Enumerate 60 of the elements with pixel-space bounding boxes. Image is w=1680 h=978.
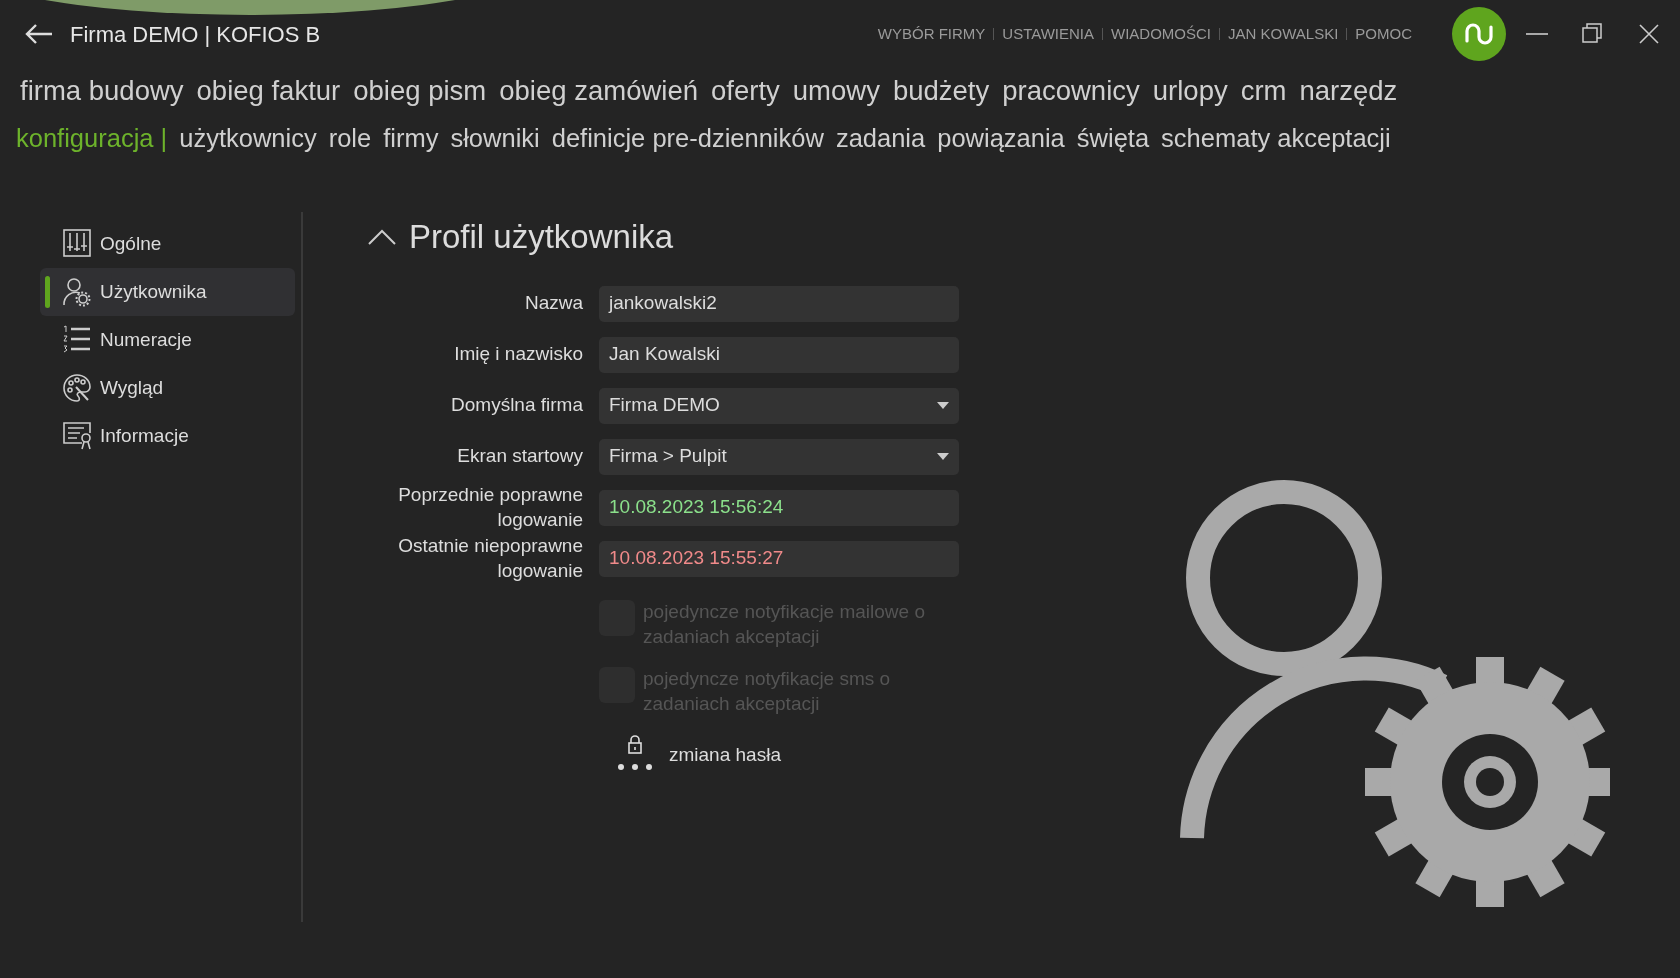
certificate-icon	[62, 421, 92, 451]
main-nav-link[interactable]: obieg faktur	[196, 70, 341, 112]
dropdown[interactable]: Firma DEMO	[599, 387, 959, 424]
dropdown-caret-icon	[937, 402, 949, 409]
section-title: konfiguracja |	[16, 122, 168, 154]
sub-nav-link[interactable]: definicje pre-dzienników	[551, 118, 824, 158]
top-menu-link[interactable]: WYBÓR FIRMY	[877, 22, 986, 46]
main-nav-link[interactable]: budżety	[892, 70, 990, 112]
field-label: Ostatnie niepoprawne logowanie	[397, 533, 583, 583]
restore-icon	[1582, 23, 1604, 45]
timestamp-field: 10.08.2023 15:56:24	[599, 489, 959, 526]
chevron-up-icon	[367, 228, 397, 246]
main-nav-link[interactable]: obieg pism	[353, 70, 487, 112]
main-nav-link[interactable]: urlopy	[1152, 70, 1228, 112]
sub-nav-link[interactable]: słowniki	[450, 118, 540, 158]
sub-nav-link[interactable]: schematy akceptacji	[1161, 118, 1391, 158]
back-arrow-icon	[24, 23, 54, 45]
user-gear-icon	[62, 277, 92, 307]
sub-nav-link[interactable]: firmy	[383, 118, 439, 158]
sub-nav-link[interactable]: święta	[1076, 118, 1150, 158]
main-nav-link[interactable]: firma budowy	[20, 70, 184, 112]
dropdown[interactable]: Firma > Pulpit	[599, 438, 959, 475]
top-menu-link[interactable]: WIADOMOŚCI	[1111, 22, 1211, 46]
top-menu-link[interactable]: POMOC	[1355, 22, 1412, 46]
dropdown-caret-icon	[937, 453, 949, 460]
section-heading: Profil użytkownika	[409, 217, 674, 258]
field-label: Nazwa	[523, 291, 583, 316]
sidebar-item[interactable]: Numeracje	[40, 316, 295, 364]
change-password-link[interactable]: zmiana hasła	[615, 734, 1680, 775]
sidebar-item[interactable]: Użytkownika	[40, 268, 295, 316]
input-field[interactable]: Jan Kowalski	[599, 336, 959, 373]
palette-icon	[62, 373, 92, 403]
sub-nav-link[interactable]: role	[328, 118, 372, 158]
timestamp-field: 10.08.2023 15:55:27	[599, 540, 959, 577]
minimize-icon	[1526, 33, 1548, 35]
sidebar-item[interactable]: Ogólne	[40, 220, 295, 268]
field-label: Poprzednie poprawne logowanie	[397, 482, 583, 532]
selection-indicator	[45, 276, 50, 308]
close-icon	[1638, 23, 1660, 45]
top-menu-link[interactable]: USTAWIENIA	[1002, 22, 1094, 46]
collapse-button[interactable]	[367, 228, 397, 246]
input-field[interactable]: jankowalski2	[599, 285, 959, 322]
main-nav-link[interactable]: pracownicy	[1002, 70, 1140, 112]
numbered-list-icon	[62, 325, 92, 355]
main-nav-link[interactable]: oferty	[711, 70, 780, 112]
main-nav-link[interactable]: obieg zamówień	[499, 70, 698, 112]
field-label: Imię i nazwisko	[453, 342, 583, 367]
main-nav-link[interactable]: narzędz	[1299, 70, 1398, 112]
sub-nav-link[interactable]: użytkownicy	[179, 118, 317, 158]
field-label: Domyślna firma	[450, 393, 583, 418]
sliders-icon	[62, 229, 92, 259]
top-menu-link[interactable]: JAN KOWALSKI	[1228, 22, 1339, 46]
sidebar-item[interactable]: Wygląd	[40, 364, 295, 412]
main-nav-link[interactable]: umowy	[792, 70, 880, 112]
sidebar-item[interactable]: Informacje	[40, 412, 295, 460]
sub-nav-link[interactable]: zadania	[835, 118, 926, 158]
main-nav-link[interactable]: crm	[1240, 70, 1287, 112]
sub-nav-link[interactable]: powiązania	[937, 118, 1065, 158]
window-title: Firma DEMO | KOFIOS B	[70, 20, 321, 49]
field-label: Ekran startowy	[456, 444, 583, 469]
